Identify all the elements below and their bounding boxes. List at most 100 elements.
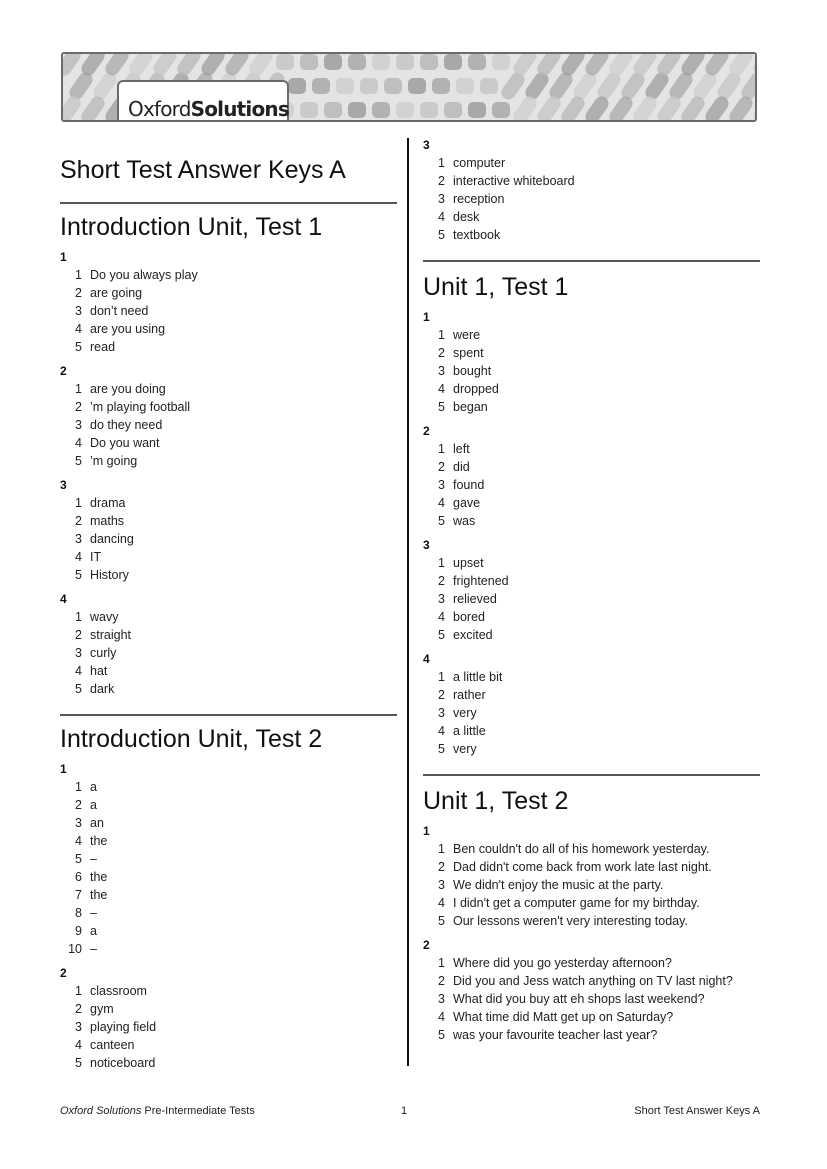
- answer-item: 4 I didn't get a computer game for my bir…: [423, 894, 760, 912]
- answer-item: 1 left: [423, 440, 760, 458]
- section-unit1-test-2: Unit 1, Test 2 1 1 Ben couldn't do all of …: [423, 786, 760, 1044]
- answer-text: Do you want: [90, 436, 160, 450]
- answer-item: 3 found: [423, 476, 760, 494]
- pattern-shape: [300, 54, 318, 70]
- pattern-shape: [420, 102, 438, 118]
- answer-text: Do you always play: [90, 268, 198, 282]
- answer-item: 6 the: [60, 868, 397, 886]
- answer-item: 1 classroom: [60, 982, 397, 1000]
- answer-item: 3 an: [60, 814, 397, 832]
- answer-number: 1: [75, 610, 82, 624]
- answer-number: 3: [438, 992, 445, 1006]
- answer-item: 5 was: [423, 512, 760, 530]
- section-rule: [60, 714, 397, 716]
- answer-item: 3 What did you buy att eh shops last week…: [423, 990, 760, 1008]
- answer-number: 4: [438, 724, 445, 738]
- answer-number: 4: [75, 664, 82, 678]
- answer-text: rather: [453, 688, 486, 702]
- answer-item: 2 spent: [423, 344, 760, 362]
- answer-list: 1 a 2 a 3 an 4 the 5–6 the 7 the 8–9 a 10–: [60, 778, 397, 958]
- answer-list: 1 Ben couldn't do all of his homework yes…: [423, 840, 760, 930]
- answer-list: 1 wavy 2 straight 3 curly 4 hat 5 dark: [60, 608, 397, 698]
- answer-text: are you doing: [90, 382, 166, 396]
- pattern-shape: [276, 54, 294, 70]
- answer-text: I didn't get a computer game for my birt…: [453, 896, 700, 910]
- question-block: 3 1 upset 2 frightened 3 relieved 4 bored 5 excite…: [423, 538, 760, 644]
- answer-item: 5 was your favourite teacher last year?: [423, 1026, 760, 1044]
- answer-item: 3 bought: [423, 362, 760, 380]
- answer-item: 1 were: [423, 326, 760, 344]
- answer-number: 5: [438, 914, 445, 928]
- answer-text: Did you and Jess watch anything on TV la…: [453, 974, 733, 988]
- answer-number: 5: [438, 628, 445, 642]
- answer-item: 4 hat: [60, 662, 397, 680]
- pattern-shape: [336, 78, 354, 94]
- answer-item: 4 canteen: [60, 1036, 397, 1054]
- answer-item: 1 are you doing: [60, 380, 397, 398]
- answer-number: 1: [438, 956, 445, 970]
- answer-text: gym: [90, 1002, 114, 1016]
- answer-item: 2 did: [423, 458, 760, 476]
- answer-number: 8: [75, 906, 82, 920]
- answer-number: 5: [75, 568, 82, 582]
- answer-number: 5: [438, 400, 445, 414]
- answer-item: 5–: [60, 850, 397, 868]
- answer-item: 5 began: [423, 398, 760, 416]
- answer-number: 1: [438, 442, 445, 456]
- answer-text: Dad didn't come back from work late last…: [453, 860, 712, 874]
- answer-text: excited: [453, 628, 493, 642]
- answer-number: 2: [438, 174, 445, 188]
- answer-text: Ben couldn't do all of his homework yest…: [453, 842, 710, 856]
- answer-item: 3 relieved: [423, 590, 760, 608]
- answer-number: 4: [438, 496, 445, 510]
- right-column: 3 1 computer 2 interactive whiteboard 3 recept…: [423, 138, 760, 1044]
- answer-number: 3: [438, 192, 445, 206]
- answer-number: 2: [438, 460, 445, 474]
- answer-text: gave: [453, 496, 481, 510]
- answer-text: a: [90, 924, 97, 938]
- answer-item: 1 computer: [423, 154, 760, 172]
- answer-item: 5 ’m going: [60, 452, 397, 470]
- question-number: 2: [60, 364, 67, 378]
- answer-number: 3: [438, 592, 445, 606]
- answer-item: 1 Where did you go yesterday afternoon?: [423, 954, 760, 972]
- answer-item: 2 interactive whiteboard: [423, 172, 760, 190]
- answer-number: 4: [75, 436, 82, 450]
- answer-number: 2: [438, 346, 445, 360]
- answer-text: do they need: [90, 418, 163, 432]
- answer-number: 5: [75, 340, 82, 354]
- answer-number: 3: [75, 646, 82, 660]
- answer-item: 2 Dad didn't come back from work late las…: [423, 858, 760, 876]
- answer-text: a: [90, 798, 97, 812]
- answer-text: interactive whiteboard: [453, 174, 575, 188]
- footer-book-name: Pre-Intermediate Tests: [141, 1105, 255, 1117]
- answer-text: computer: [453, 156, 506, 170]
- brand-regular: Oxford: [128, 97, 191, 121]
- answer-number: 2: [75, 514, 82, 528]
- answer-list: 1 left 2 did 3 found 4 gave 5 was: [423, 440, 760, 530]
- footer-page-number: 1: [401, 1105, 408, 1117]
- answer-list: 1 upset 2 frightened 3 relieved 4 bored 5 excited: [423, 554, 760, 644]
- pattern-shape: [420, 54, 438, 70]
- pattern-shape: [444, 54, 462, 70]
- answer-text: ’m going: [90, 454, 138, 468]
- section-intro-test-1: Introduction Unit, Test 1 1 1 Do you alway…: [60, 212, 397, 698]
- answer-number: 1: [75, 984, 82, 998]
- answer-text: ’m playing football: [90, 400, 191, 414]
- question-block: 1 1 Ben couldn't do all of his homework ye…: [423, 824, 760, 930]
- answer-number: 4: [438, 1010, 445, 1024]
- answer-text: the: [90, 870, 108, 884]
- answer-item: 1 drama: [60, 494, 397, 512]
- answer-number: 5: [75, 852, 82, 866]
- section-title: Introduction Unit, Test 2: [60, 725, 323, 753]
- answer-item: 5 noticeboard: [60, 1054, 397, 1072]
- header-banner: OxfordSolutions: [61, 52, 757, 122]
- answer-item: 4 IT: [60, 548, 397, 566]
- answer-item: 3 dancing: [60, 530, 397, 548]
- answer-text: canteen: [90, 1038, 135, 1052]
- answer-number: 1: [438, 670, 445, 684]
- answer-number: 1: [438, 156, 445, 170]
- answer-text: curly: [90, 646, 117, 660]
- section-rule: [423, 774, 760, 776]
- answer-text: IT: [90, 550, 102, 564]
